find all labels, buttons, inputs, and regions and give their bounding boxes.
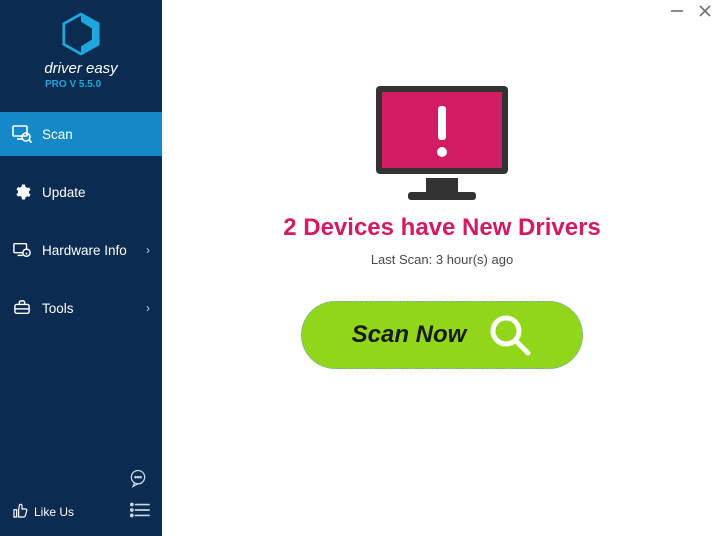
last-scan-text: Last Scan: 3 hour(s) ago	[371, 252, 513, 267]
monitor-search-icon	[12, 124, 32, 144]
hardware-info-icon	[12, 240, 32, 260]
nav-item-label: Scan	[42, 127, 73, 142]
gear-icon	[12, 182, 32, 202]
nav-item-hardware-info[interactable]: Hardware Info ›	[0, 228, 162, 272]
menu-button[interactable]	[130, 502, 150, 522]
nav-item-label: Hardware Info	[42, 243, 127, 258]
app-logo-icon	[60, 12, 102, 56]
app-root: driver easy PRO V 5.5.0 Scan Update	[0, 0, 722, 536]
brand-name: driver easy	[0, 60, 162, 77]
main-panel: 2 Devices have New Drivers Last Scan: 3 …	[162, 0, 722, 536]
nav: Scan Update Hardware Info ›	[0, 112, 162, 344]
sidebar: driver easy PRO V 5.5.0 Scan Update	[0, 0, 162, 536]
feedback-button[interactable]	[128, 468, 148, 488]
sidebar-bottom: Like Us	[0, 492, 162, 536]
thumbs-up-icon	[12, 503, 28, 522]
nav-item-update[interactable]: Update	[0, 170, 162, 214]
nav-item-tools[interactable]: Tools ›	[0, 286, 162, 330]
headline: 2 Devices have New Drivers	[283, 214, 601, 242]
toolbox-icon	[12, 298, 32, 318]
scan-now-button[interactable]: Scan Now	[301, 301, 583, 369]
like-us-button[interactable]: Like Us	[12, 503, 74, 522]
minimize-button[interactable]	[668, 4, 686, 18]
scan-now-label: Scan Now	[352, 321, 467, 349]
nav-item-label: Tools	[42, 301, 74, 316]
nav-item-scan[interactable]: Scan	[0, 112, 162, 156]
magnifier-icon	[488, 313, 532, 357]
window-controls	[660, 0, 722, 22]
like-us-label: Like Us	[34, 505, 74, 519]
close-button[interactable]	[696, 4, 714, 18]
alert-monitor-icon	[368, 82, 516, 190]
logo-area: driver easy PRO V 5.5.0	[0, 0, 162, 104]
chevron-right-icon: ›	[146, 301, 150, 315]
nav-item-label: Update	[42, 185, 86, 200]
chevron-right-icon: ›	[146, 243, 150, 257]
version-label: PRO V 5.5.0	[0, 79, 162, 90]
